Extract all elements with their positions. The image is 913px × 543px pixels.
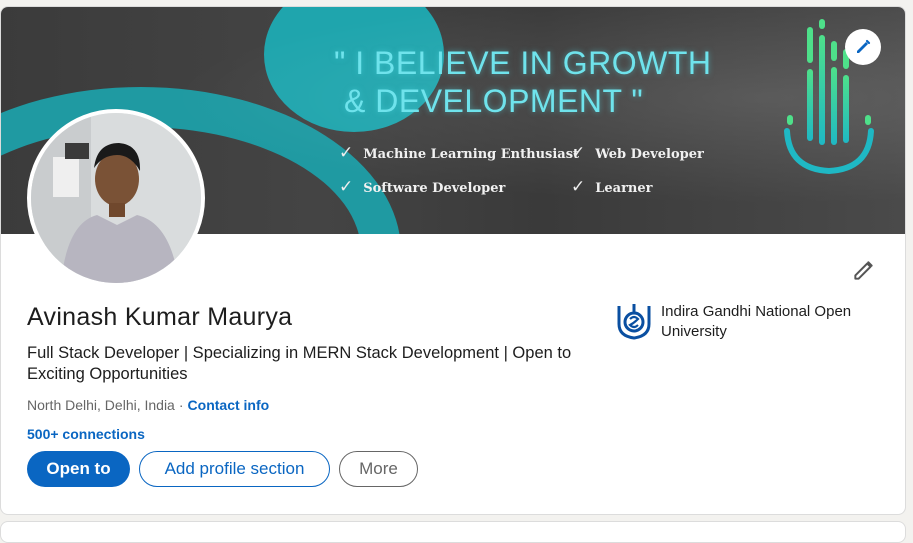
pencil-icon — [854, 261, 873, 280]
profile-card: " I BELIEVE IN GROWTH & DEVELOPMENT " ✓ M… — [0, 6, 906, 515]
contact-info-link[interactable]: Contact info — [188, 397, 270, 413]
banner-bullet: ✓ Learner — [571, 177, 653, 197]
banner-bullet: ✓ Software Developer — [339, 177, 505, 197]
avatar-photo — [31, 113, 201, 283]
add-profile-section-button[interactable]: Add profile section — [139, 451, 330, 487]
banner-quote-line-2: & DEVELOPMENT " — [344, 83, 644, 119]
edit-intro-button[interactable] — [851, 257, 877, 288]
banner-bullet-label: Web Developer — [595, 147, 704, 162]
profile-avatar[interactable] — [27, 109, 205, 287]
banner-bullet-label: Machine Learning Enthusiast — [363, 147, 580, 162]
banner-bullet: ✓ Machine Learning Enthusiast — [339, 143, 579, 163]
edit-banner-button[interactable] — [845, 29, 881, 65]
check-icon: ✓ — [571, 143, 586, 163]
check-icon: ✓ — [339, 143, 354, 163]
more-button[interactable]: More — [339, 451, 418, 487]
university-logo-icon — [616, 302, 652, 340]
banner-quote-line-1: " I BELIEVE IN GROWTH — [334, 45, 712, 81]
pencil-icon — [857, 39, 871, 53]
separator-dot: · — [178, 397, 184, 413]
check-icon: ✓ — [571, 177, 586, 197]
profile-location-line: North Delhi, Delhi, India · Contact info — [27, 397, 269, 413]
university-name: Indira Gandhi National Open University — [661, 303, 852, 340]
profile-name: Avinash Kumar Maurya — [27, 303, 293, 331]
banner-bullet-label: Learner — [595, 181, 653, 196]
check-icon: ✓ — [339, 177, 354, 197]
profile-headline: Full Stack Developer | Specializing in M… — [27, 344, 572, 383]
banner-quote: " I BELIEVE IN GROWTH & DEVELOPMENT " — [334, 44, 711, 120]
banner-bullet: ✓ Web Developer — [571, 143, 704, 163]
next-section-card — [0, 521, 906, 543]
open-to-button[interactable]: Open to — [27, 451, 130, 487]
banner-bullet-label: Software Developer — [363, 181, 506, 196]
location-text: North Delhi, Delhi, India — [27, 397, 175, 413]
connections-link[interactable]: 500+ connections — [27, 426, 145, 442]
